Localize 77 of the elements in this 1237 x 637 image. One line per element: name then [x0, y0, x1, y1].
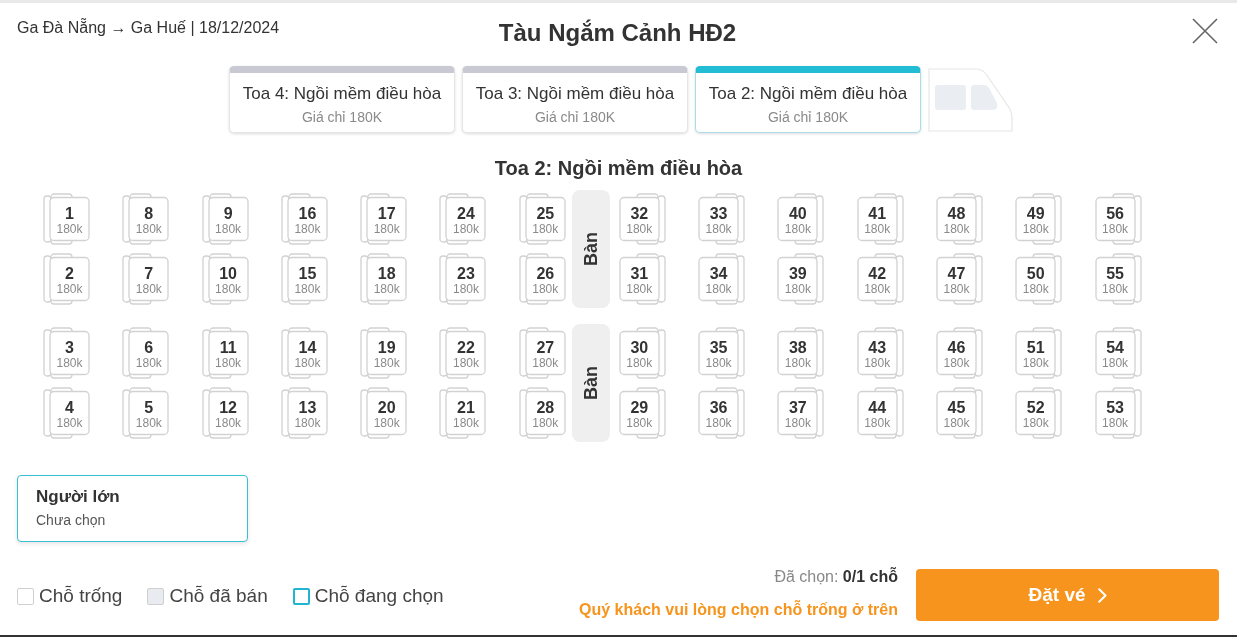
seat[interactable]: 5 180k: [122, 387, 171, 439]
seat[interactable]: 13 180k: [280, 387, 329, 439]
seat[interactable]: 54 180k: [1093, 327, 1142, 379]
legend-label: Chỗ trống: [39, 585, 123, 607]
seat[interactable]: 20 180k: [360, 387, 409, 439]
seat[interactable]: 19 180k: [360, 327, 409, 379]
seat[interactable]: 39 180k: [776, 253, 825, 305]
seat[interactable]: 26 180k: [518, 253, 567, 305]
seat[interactable]: 55 180k: [1093, 253, 1142, 305]
coach-tab[interactable]: Toa 2: Ngồi mềm điều hòa Giá chỉ 180K: [695, 66, 921, 133]
seat[interactable]: 22 180k: [439, 327, 488, 379]
seat[interactable]: 49 180k: [1014, 193, 1063, 245]
seat[interactable]: 29 180k: [617, 387, 666, 439]
seat[interactable]: 47 180k: [934, 253, 983, 305]
seat[interactable]: 3 180k: [43, 327, 91, 379]
seat[interactable]: 51 180k: [1014, 327, 1063, 379]
seat[interactable]: 14 180k: [280, 327, 329, 379]
seat[interactable]: 53 180k: [1093, 387, 1142, 439]
seat[interactable]: 27 180k: [518, 327, 567, 379]
route-text: Ga Đà Nẵng → Ga Huế | 18/12/2024: [17, 18, 281, 38]
selection-count: Đã chọn: 0/1 chỗ: [774, 567, 898, 587]
seat[interactable]: 31 180k: [617, 253, 666, 305]
hint-text: Quý khách vui lòng chọn chỗ trống ở trên: [579, 600, 898, 620]
seat[interactable]: 43 180k: [855, 327, 904, 379]
coach-title: Toa 2: Ngồi mềm điều hòa: [493, 156, 744, 180]
seat[interactable]: 2 180k: [43, 253, 91, 305]
train-title: Tàu Ngắm Cảnh HĐ2: [498, 18, 737, 48]
table-area: Bàn: [571, 324, 610, 442]
seat[interactable]: 9 180k: [201, 193, 250, 245]
coach-tab[interactable]: Toa 3: Ngồi mềm điều hòa Giá chỉ 180K: [462, 66, 688, 133]
seat[interactable]: 23 180k: [439, 253, 488, 305]
seat[interactable]: 16 180k: [280, 193, 329, 245]
seat[interactable]: 6 180k: [122, 327, 171, 379]
seat[interactable]: 33 180k: [697, 193, 746, 245]
seat[interactable]: 45 180k: [934, 387, 983, 439]
seat[interactable]: 44 180k: [855, 387, 904, 439]
seat[interactable]: 11 180k: [201, 327, 250, 379]
seat[interactable]: 21 180k: [439, 387, 488, 439]
seat[interactable]: 15 180k: [280, 253, 329, 305]
chevron-icon: [1097, 587, 1107, 603]
close-icon: [1192, 18, 1218, 44]
seat[interactable]: 4 180k: [43, 387, 91, 439]
table-area: Bàn: [571, 190, 610, 308]
seat[interactable]: 32 180k: [617, 193, 666, 245]
seat[interactable]: 24 180k: [439, 193, 488, 245]
seat[interactable]: 7 180k: [122, 253, 171, 305]
coach-tab[interactable]: Toa 4: Ngồi mềm điều hòa Giá chỉ 180K: [229, 66, 455, 133]
legend-label: Chỗ đang chọn: [314, 585, 444, 607]
legend-label: Chỗ đã bán: [169, 585, 268, 607]
seat[interactable]: 56 180k: [1093, 193, 1142, 245]
seat[interactable]: 48 180k: [934, 193, 983, 245]
seat[interactable]: 46 180k: [934, 327, 983, 379]
swatch-icon: [17, 587, 34, 605]
close-button[interactable]: [1192, 18, 1218, 44]
seat[interactable]: 41 180k: [855, 193, 904, 245]
train-head-icon: [928, 68, 1013, 132]
swatch-icon: [147, 587, 165, 605]
seat[interactable]: 40 180k: [776, 193, 825, 245]
seat[interactable]: 8 180k: [122, 193, 171, 245]
seat[interactable]: 36 180k: [697, 387, 746, 439]
seat[interactable]: 25 180k: [518, 193, 567, 245]
seat[interactable]: 28 180k: [518, 387, 567, 439]
swatch-icon: [292, 587, 310, 605]
seat[interactable]: 34 180k: [697, 253, 746, 305]
seat[interactable]: 35 180k: [697, 327, 746, 379]
seat[interactable]: 37 180k: [776, 387, 825, 439]
seat[interactable]: 1 180k: [43, 193, 91, 245]
seat[interactable]: 50 180k: [1014, 253, 1063, 305]
seat[interactable]: 42 180k: [855, 253, 904, 305]
seat[interactable]: 30 180k: [617, 327, 666, 379]
seat[interactable]: 38 180k: [776, 327, 825, 379]
passenger-card[interactable]: Người lớn Chưa chọn: [17, 475, 248, 542]
seat[interactable]: 10 180k: [201, 253, 250, 305]
seat[interactable]: 17 180k: [360, 193, 409, 245]
seat[interactable]: 52 180k: [1014, 387, 1063, 439]
seat[interactable]: 18 180k: [360, 253, 409, 305]
seat[interactable]: 12 180k: [201, 387, 250, 439]
